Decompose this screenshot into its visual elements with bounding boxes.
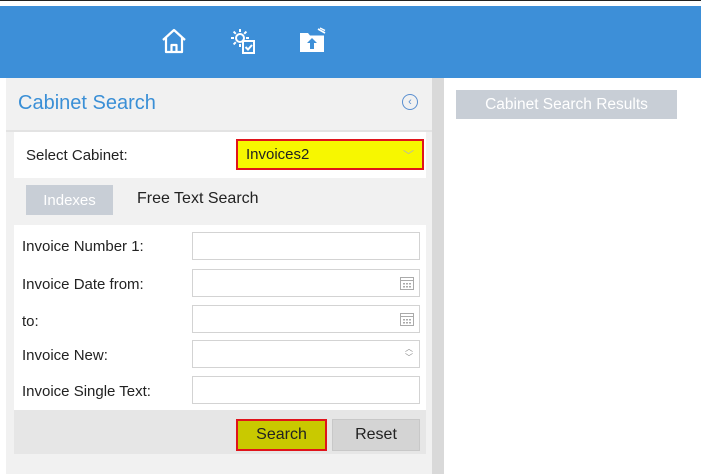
cabinet-select-value: Invoices2 <box>246 146 310 163</box>
tab-free-text-search[interactable]: Free Text Search <box>137 190 259 208</box>
settings-document-icon[interactable] <box>226 24 260 58</box>
reset-button[interactable]: Reset <box>332 419 420 451</box>
calendar-icon[interactable] <box>400 312 414 326</box>
invoice-number-input[interactable] <box>192 232 420 260</box>
panel-splitter[interactable] <box>432 78 444 474</box>
collapse-panel-button[interactable]: ‹ <box>402 94 418 110</box>
invoice-single-text-label: Invoice Single Text: <box>22 383 151 400</box>
invoice-new-select[interactable]: ︿ ﹀ <box>192 340 420 368</box>
select-cabinet-label: Select Cabinet: <box>26 147 128 164</box>
home-icon[interactable] <box>157 24 191 58</box>
tab-indexes[interactable]: Indexes <box>26 185 113 215</box>
invoice-date-from-input[interactable] <box>192 269 420 297</box>
search-button[interactable]: Search <box>236 419 327 451</box>
panel-title: Cabinet Search <box>18 92 156 114</box>
invoice-date-from-label: Invoice Date from: <box>22 276 144 293</box>
top-toolbar <box>0 6 701 78</box>
tab-cabinet-search-results[interactable]: Cabinet Search Results <box>456 90 677 119</box>
invoice-single-text-input[interactable] <box>192 376 420 404</box>
invoice-number-label: Invoice Number 1: <box>22 238 144 255</box>
cabinet-select[interactable]: Invoices2 ﹀ <box>236 139 424 170</box>
chevron-left-icon: ‹ <box>408 95 412 108</box>
invoice-date-to-label: to: <box>22 313 39 330</box>
up-down-chevron-icon: ︿ ﹀ <box>405 344 413 362</box>
folder-upload-icon[interactable] <box>295 24 329 58</box>
invoice-date-to-input[interactable] <box>192 305 420 333</box>
chevron-down-icon: ﹀ <box>403 149 414 162</box>
invoice-new-label: Invoice New: <box>22 347 108 364</box>
calendar-icon[interactable] <box>400 276 414 290</box>
